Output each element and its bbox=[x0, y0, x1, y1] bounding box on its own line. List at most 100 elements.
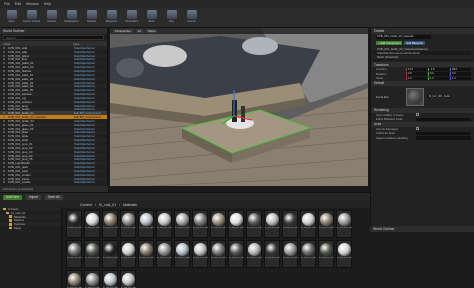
visibility-icon[interactable] bbox=[3, 62, 5, 65]
source-control-button[interactable]: Source Control bbox=[23, 10, 40, 26]
visibility-icon[interactable] bbox=[3, 58, 5, 61]
asset-thumbnail[interactable]: MI_kvb_002_floor bbox=[210, 240, 226, 268]
menu-help[interactable]: Help bbox=[44, 2, 51, 6]
asset-thumbnail[interactable]: MI_kvb_001_cloth bbox=[156, 210, 172, 238]
visibility-icon[interactable] bbox=[3, 143, 5, 146]
world-outliner-tab[interactable]: World Outliner bbox=[0, 28, 107, 34]
show-button[interactable]: Show bbox=[145, 29, 158, 33]
rotation-z[interactable]: 0.0 bbox=[450, 72, 471, 76]
asset-thumbnail[interactable]: MI_kvb_002_leaf bbox=[318, 240, 334, 268]
asset-thumbnail[interactable]: MI_kvb_002_cloth bbox=[192, 240, 208, 268]
breadcrumb-item[interactable]: Content bbox=[80, 203, 92, 207]
asset-thumbnail[interactable]: MI_kvb_002_glass bbox=[174, 240, 190, 268]
visibility-icon[interactable] bbox=[3, 158, 5, 161]
rotation-y[interactable]: 0.0 bbox=[428, 72, 449, 76]
visibility-icon[interactable] bbox=[3, 123, 5, 126]
menu-file[interactable]: File bbox=[4, 2, 10, 6]
level-viewport[interactable]: Perspective Lit Show bbox=[110, 28, 368, 186]
spawn-collision-dropdown[interactable] bbox=[416, 136, 471, 140]
visibility-icon[interactable] bbox=[3, 73, 5, 76]
asset-thumbnail[interactable]: MI_kvb_001_pillow bbox=[174, 210, 190, 238]
asset-thumbnail[interactable]: MI_kvb_001_leaf bbox=[84, 240, 100, 268]
scale-y[interactable]: 1.0 bbox=[428, 76, 449, 80]
cinematics-button[interactable]: Cinematics bbox=[124, 10, 139, 26]
visibility-icon[interactable] bbox=[3, 154, 5, 157]
location-y[interactable]: -4.5 bbox=[428, 67, 449, 71]
play-button[interactable]: Play bbox=[164, 10, 179, 26]
visibility-icon[interactable] bbox=[3, 116, 5, 119]
visibility-icon[interactable] bbox=[3, 77, 5, 80]
asset-thumbnail[interactable]: MI_kvb_002_wall bbox=[282, 240, 298, 268]
asset-thumbnail[interactable]: MI_kvb_003_glass bbox=[102, 270, 118, 288]
location-x[interactable]: 12.0 bbox=[406, 67, 427, 71]
build-button[interactable]: Build bbox=[144, 10, 159, 26]
visibility-icon[interactable] bbox=[3, 66, 5, 69]
perspective-button[interactable]: Perspective bbox=[113, 29, 133, 33]
add-component-button[interactable]: + Add Component bbox=[376, 41, 403, 45]
lit-button[interactable]: Lit bbox=[135, 29, 143, 33]
visibility-icon[interactable] bbox=[3, 104, 5, 107]
location-z[interactable]: 38.0 bbox=[450, 67, 471, 71]
asset-thumbnail[interactable]: MI_kvb_002_rug bbox=[228, 240, 244, 268]
checkbox[interactable] bbox=[416, 127, 419, 131]
asset-thumbnail[interactable]: MI_kvb_002_stone bbox=[300, 240, 316, 268]
material-thumbnail[interactable] bbox=[406, 87, 424, 106]
visibility-icon[interactable] bbox=[3, 96, 5, 99]
visibility-icon[interactable] bbox=[3, 150, 5, 153]
visibility-icon[interactable] bbox=[3, 119, 5, 122]
launch-button[interactable]: Launch bbox=[184, 10, 199, 26]
asset-thumbnail[interactable]: MI_kvb_002_metal bbox=[156, 240, 172, 268]
asset-thumbnail[interactable]: MI_kvb_001_label bbox=[300, 210, 316, 238]
asset-thumbnail[interactable]: MI_kvb_003_metal bbox=[84, 270, 100, 288]
asset-thumbnail[interactable]: MI_kvb_001_wall bbox=[336, 210, 352, 238]
asset-thumbnail[interactable]: MI_kvb_001_rug bbox=[246, 210, 262, 238]
visibility-icon[interactable] bbox=[3, 162, 5, 165]
asset-thumbnail[interactable]: MI_kvb_002_bottle bbox=[264, 240, 280, 268]
settings-button[interactable]: Settings bbox=[84, 10, 99, 26]
visibility-icon[interactable] bbox=[3, 169, 5, 172]
outliner-row[interactable]: KVB_001_candle StaticMeshActor bbox=[0, 180, 107, 184]
asset-thumbnail[interactable]: MI_kvb_003_wood bbox=[66, 270, 82, 288]
menu-edit[interactable]: Edit bbox=[15, 2, 21, 6]
asset-thumbnail[interactable]: MI_kvb_001_pallet bbox=[318, 210, 334, 238]
folder-item[interactable]: Maps bbox=[0, 226, 61, 230]
visibility-icon[interactable] bbox=[3, 173, 5, 176]
add-new-button[interactable]: Add New bbox=[3, 194, 22, 200]
scale-z[interactable]: 1.0 bbox=[450, 76, 471, 80]
menu-window[interactable]: Window bbox=[26, 2, 39, 6]
outliner-search-input[interactable]: Search... bbox=[3, 35, 104, 40]
visibility-icon[interactable] bbox=[3, 54, 5, 57]
visibility-icon[interactable] bbox=[3, 135, 5, 138]
asset-thumbnail[interactable]: MI_kvb_001_fabric bbox=[84, 210, 100, 238]
visibility-icon[interactable] bbox=[3, 127, 5, 130]
component-item[interactable]: Mesh (Inherited) bbox=[374, 55, 471, 59]
asset-thumbnail[interactable]: MI_kvb_001_floor bbox=[192, 210, 208, 238]
asset-thumbnail[interactable]: MI_kvb_001_metal bbox=[120, 210, 136, 238]
secondary-tab[interactable]: World Outliner bbox=[370, 226, 474, 232]
visibility-icon[interactable] bbox=[3, 146, 5, 149]
content-button[interactable]: Content bbox=[44, 10, 59, 26]
visibility-icon[interactable] bbox=[3, 108, 5, 111]
asset-thumbnail[interactable]: MI_kvb_001_wood_a bbox=[102, 210, 118, 238]
visibility-icon[interactable] bbox=[3, 85, 5, 88]
blueprints-button[interactable]: Blueprints bbox=[104, 10, 119, 26]
life-span-field[interactable] bbox=[416, 131, 471, 135]
visibility-icon[interactable] bbox=[3, 81, 5, 84]
visibility-icon[interactable] bbox=[3, 46, 5, 49]
save-all-button[interactable]: Save All bbox=[44, 194, 63, 200]
asset-thumbnail[interactable]: MI_kvb_003_fabric bbox=[336, 240, 352, 268]
asset-thumbnail[interactable]: MI_kvb_001_glass bbox=[138, 210, 154, 238]
scale-x[interactable]: 1.0 bbox=[406, 76, 427, 80]
visibility-icon[interactable] bbox=[3, 93, 5, 96]
asset-thumbnail[interactable]: MI_kvb_001_stone bbox=[66, 240, 82, 268]
asset-thumbnail[interactable]: MI_kvb_001_black bbox=[66, 210, 82, 238]
breadcrumb-item[interactable]: KI_vol4_01 bbox=[99, 203, 116, 207]
visibility-icon[interactable] bbox=[3, 100, 5, 103]
visibility-icon[interactable] bbox=[3, 112, 5, 115]
visibility-icon[interactable] bbox=[3, 50, 5, 53]
asset-thumbnail[interactable]: MI_kvb_002_black bbox=[102, 240, 118, 268]
marketplace-button[interactable]: Marketplace bbox=[64, 10, 79, 26]
visibility-icon[interactable] bbox=[3, 131, 5, 134]
visibility-icon[interactable] bbox=[3, 166, 5, 169]
column-type[interactable]: Type bbox=[73, 42, 80, 46]
